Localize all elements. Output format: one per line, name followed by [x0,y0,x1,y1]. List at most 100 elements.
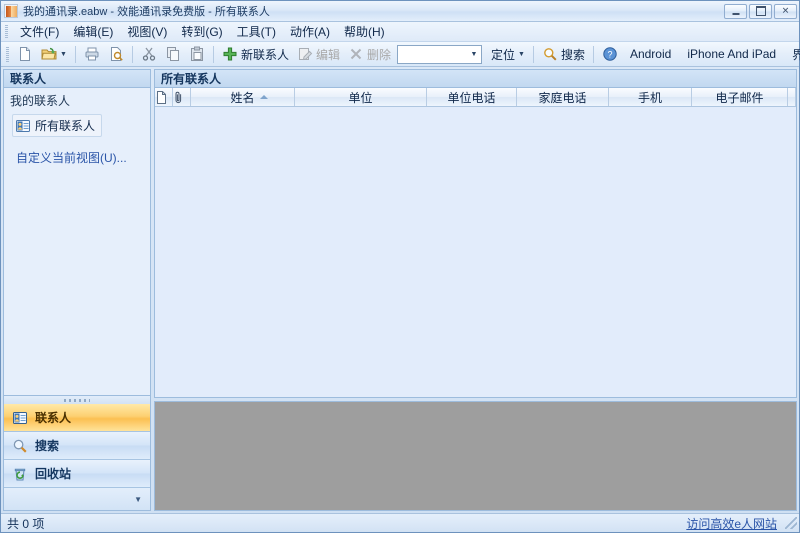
address-book-icon [4,4,18,18]
toolbar-separator [593,46,594,63]
column-header-email[interactable]: 电子邮件 [692,88,788,106]
locate-button[interactable]: 定位 ▼ [484,44,529,65]
add-contact-icon [222,46,238,62]
new-file-button[interactable] [13,44,37,65]
minimize-button[interactable] [724,4,747,19]
paste-button[interactable] [185,44,209,65]
column-header-work-phone[interactable]: 单位电话 [427,88,517,106]
nav-overflow-area[interactable]: ▼ [4,488,150,510]
filter-combo[interactable]: ▼ [397,45,482,64]
attachment-page-icon [156,91,172,104]
column-header-label: 单位 [348,89,372,106]
column-header-mobile[interactable]: 手机 [609,88,692,106]
open-folder-icon [41,46,57,62]
paste-icon [189,46,205,62]
copy-button[interactable] [161,44,185,65]
search-button[interactable]: 搜索 [538,44,589,65]
contacts-list-rows[interactable] [155,107,796,397]
column-header-label: 家庭电话 [538,89,586,106]
magnifier-icon [542,46,558,62]
status-item-count: 共 0 项 [7,515,686,532]
toolbar-separator [533,46,534,63]
paperclip-icon [174,91,190,104]
navigation-pane: 联系人 我的联系人 所有联系人 自定义当前视图(U [3,69,151,511]
iphone-ipad-button[interactable]: iPhone And iPad [679,44,784,64]
locate-dropdown-arrow[interactable]: ▼ [518,51,525,58]
application-window: 我的通讯录.eabw - 效能通讯录免费版 - 所有联系人 文件(F) 编辑(E… [0,0,800,533]
new-document-icon [17,46,33,62]
chevron-down-icon[interactable]: ▼ [134,495,142,504]
menu-item-edit[interactable]: 编辑(E) [66,21,120,42]
menu-item-help[interactable]: 帮助(H) [337,21,392,42]
print-preview-button[interactable] [104,44,128,65]
customize-current-view-link[interactable]: 自定义当前视图(U)... [16,149,150,166]
toolbar: ▼ [1,42,799,67]
open-file-dropdown-arrow[interactable]: ▼ [60,51,67,58]
nav-button-label: 搜索 [35,437,59,454]
nav-button-label: 回收站 [35,465,71,482]
main-body: 联系人 我的联系人 所有联系人 自定义当前视图(U [1,67,799,513]
recycle-bin-icon [12,466,28,482]
contacts-list-view[interactable]: 姓名 单位 单位电话 家庭电话 手机 [154,87,797,398]
maximize-button[interactable] [749,4,772,19]
search-label: 搜索 [561,46,585,63]
column-header-attachment-page[interactable] [155,88,173,106]
new-contact-button[interactable]: 新联系人 [218,44,293,65]
sidebar-header: 联系人 [3,69,151,87]
menu-item-goto[interactable]: 转到(G) [174,21,229,42]
sidebar-item-all-contacts[interactable]: 所有联系人 [12,114,102,137]
cut-icon [141,46,157,62]
resize-grip[interactable] [785,517,797,529]
window-title: 我的通讯录.eabw - 效能通讯录免费版 - 所有联系人 [23,3,722,19]
status-bar: 共 0 项 访问高效e人网站 [1,513,799,532]
title-bar: 我的通讯录.eabw - 效能通讯录免费版 - 所有联系人 [1,1,799,22]
close-button[interactable] [774,4,797,19]
nav-pane-splitter[interactable] [3,396,151,404]
nav-button-label: 联系人 [35,409,71,426]
help-button[interactable]: ? [598,44,622,65]
column-header-label: 电子邮件 [715,89,763,106]
menu-item-tools[interactable]: 工具(T) [230,21,283,42]
menu-item-file[interactable]: 文件(F) [13,21,66,42]
column-header-home-phone[interactable]: 家庭电话 [517,88,609,106]
visit-website-link[interactable]: 访问高效e人网站 [686,515,777,532]
splitter-grip-dots [64,399,90,402]
column-header-label: 手机 [638,89,662,106]
column-header-company[interactable]: 单位 [295,88,427,106]
open-file-button[interactable]: ▼ [37,44,71,65]
delete-contact-button[interactable]: 删除 [344,44,395,65]
new-contact-label: 新联系人 [241,46,289,63]
edit-contact-label: 编辑 [316,46,340,63]
cut-button[interactable] [137,44,161,65]
folder-tree[interactable]: 我的联系人 所有联系人 自定义当前视图(U)... [3,87,151,396]
menu-grip[interactable] [5,25,8,38]
nav-button-list: 联系人 搜索 [3,404,151,511]
toolbar-separator [75,46,76,63]
column-header-paperclip[interactable] [173,88,191,106]
skin-style-button[interactable]: 界面风格 ▼ [784,44,800,64]
toolbar-separator [132,46,133,63]
nav-button-recycle-bin[interactable]: 回收站 [4,460,150,488]
copy-icon [165,46,181,62]
page-title: 所有联系人 [154,69,797,87]
nav-button-search[interactable]: 搜索 [4,432,150,460]
edit-contact-button[interactable]: 编辑 [293,44,344,65]
print-preview-icon [108,46,124,62]
menu-item-view[interactable]: 视图(V) [120,21,174,42]
delete-contact-label: 删除 [367,46,391,63]
content-pane: 所有联系人 [154,69,797,511]
help-icon: ? [602,46,618,62]
menu-item-action[interactable]: 动作(A) [283,21,337,42]
nav-button-contacts[interactable]: 联系人 [4,404,150,432]
column-header-filler [788,88,796,106]
chevron-down-icon[interactable]: ▼ [467,46,481,63]
column-header-name[interactable]: 姓名 [191,88,295,106]
skin-style-label: 界面风格 [792,46,800,63]
android-button[interactable]: Android [622,44,679,64]
locate-label: 定位 [491,46,515,63]
contacts-card-icon [12,410,28,426]
sort-ascending-icon [260,95,268,99]
toolbar-grip[interactable] [6,47,9,62]
print-button[interactable] [80,44,104,65]
delete-icon [348,46,364,62]
